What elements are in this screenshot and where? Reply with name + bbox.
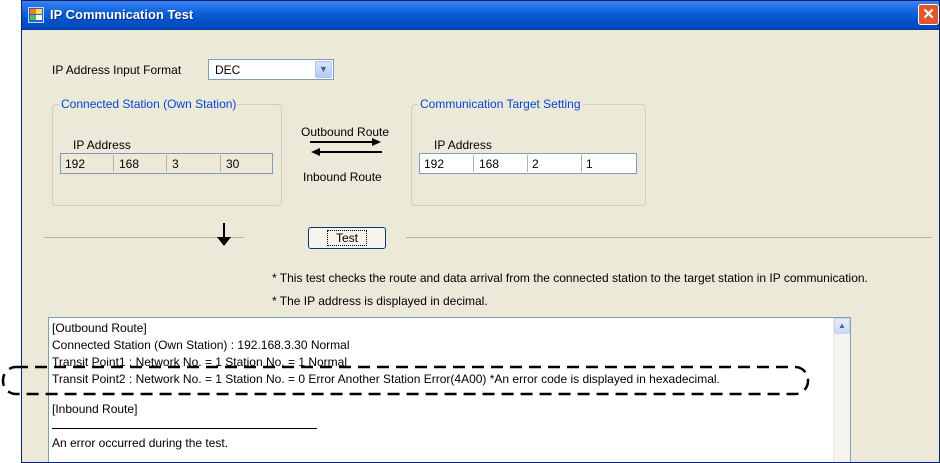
- close-button[interactable]: ✕: [918, 4, 939, 25]
- ip-communication-test-window: IP Communication Test ✕ IP Address Input…: [21, 0, 940, 463]
- connected-ip-octet-3: 3: [172, 157, 179, 171]
- connected-ip-field: 192 168 3 30: [60, 153, 273, 174]
- target-ip-octet-3[interactable]: 2: [532, 157, 539, 171]
- route-arrows-icon: [310, 138, 382, 156]
- divider-right: [406, 237, 932, 238]
- result-line: Transit Point1 : Network No. = 1 Station…: [52, 355, 348, 369]
- target-ip-octet-4[interactable]: 1: [586, 157, 593, 171]
- connected-station-legend: Connected Station (Own Station): [59, 97, 239, 111]
- chevron-down-icon[interactable]: ▼: [315, 61, 332, 78]
- scroll-up-icon[interactable]: ▲: [834, 318, 850, 334]
- result-line: [Inbound Route]: [52, 402, 138, 416]
- target-ip-label: IP Address: [434, 138, 492, 152]
- ip-format-select[interactable]: DEC ▼: [208, 59, 334, 80]
- result-line: [Outbound Route]: [52, 321, 147, 335]
- connected-ip-octet-4: 30: [226, 157, 240, 171]
- vertical-scrollbar[interactable]: ▲: [833, 318, 850, 462]
- test-button[interactable]: Test: [308, 227, 386, 249]
- communication-target-legend: Communication Target Setting: [418, 97, 583, 111]
- note-decimal: * The IP address is displayed in decimal…: [272, 294, 488, 308]
- result-line: An error occurred during the test.: [52, 436, 229, 450]
- target-ip-octet-2[interactable]: 168: [479, 157, 499, 171]
- test-button-label: Test: [326, 230, 367, 246]
- target-ip-octet-1[interactable]: 192: [424, 157, 444, 171]
- connected-ip-label: IP Address: [73, 138, 131, 152]
- connected-ip-octet-2: 168: [119, 157, 140, 171]
- note-route: * This test checks the route and data ar…: [272, 271, 868, 285]
- separator-line: [52, 428, 317, 429]
- divider-left: [44, 237, 244, 238]
- target-ip-field[interactable]: 192 168 2 1: [419, 153, 637, 174]
- app-icon: [28, 7, 44, 23]
- communication-target-group: Communication Target Setting IP Address …: [411, 97, 646, 206]
- inbound-route-label: Inbound Route: [303, 170, 382, 184]
- connected-station-group: Connected Station (Own Station) IP Addre…: [52, 97, 282, 206]
- title-bar[interactable]: IP Communication Test ✕: [22, 1, 939, 30]
- connected-ip-octet-1: 192: [65, 157, 86, 171]
- result-line: Transit Point2 : Network No. = 1 Station…: [52, 372, 720, 386]
- ip-format-value: DEC: [215, 63, 241, 77]
- down-arrow-head-icon: [217, 237, 231, 246]
- window-title: IP Communication Test: [50, 7, 194, 22]
- ip-format-label: IP Address Input Format: [52, 63, 182, 77]
- down-arrow-icon: [223, 223, 225, 237]
- result-line: Connected Station (Own Station) : 192.16…: [52, 338, 350, 352]
- result-textarea[interactable]: [Outbound Route] Connected Station (Own …: [48, 317, 851, 462]
